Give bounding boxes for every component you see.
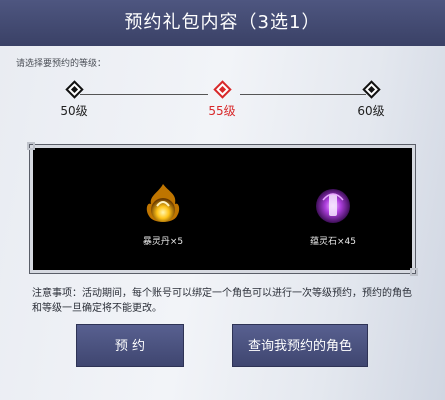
- reward-item[interactable]: 蕴灵石×45: [283, 180, 383, 247]
- query-my-role-button[interactable]: 查询我预约的角色: [232, 324, 368, 367]
- level-label: 60级: [357, 104, 385, 118]
- level-selector: 50级 55级 60级: [0, 80, 445, 130]
- level-option-50[interactable]: 50级: [44, 80, 104, 119]
- reward-item[interactable]: 暴灵丹×5: [113, 180, 213, 247]
- diamond-icon: [64, 80, 84, 99]
- purple-spirit-stone-icon: [309, 180, 357, 228]
- diamond-icon: [361, 80, 381, 99]
- panel-title: 预约礼包内容（3选1）: [0, 0, 445, 46]
- notice-text: 注意事项：活动期间，每个账号可以绑定一个角色可以进行一次等级预约，预约的角色和等…: [32, 288, 412, 314]
- level-label: 50级: [60, 104, 88, 118]
- reward-name: 蕴灵石×45: [310, 237, 356, 247]
- reserve-button[interactable]: 预 约: [76, 324, 184, 367]
- level-option-55[interactable]: 55级: [192, 80, 252, 119]
- golden-flame-orb-icon: [139, 180, 187, 228]
- reservation-panel: 预约礼包内容（3选1） 请选择要预约的等级： 50级 55级 60级 暴灵丹×5…: [0, 0, 445, 400]
- level-instruction: 请选择要预约的等级：: [16, 59, 107, 69]
- level-option-60[interactable]: 60级: [341, 80, 401, 119]
- reward-box: 暴灵丹×5 蕴灵石×45: [27, 142, 418, 276]
- diamond-selected-icon: [212, 80, 232, 99]
- reward-name: 暴灵丹×5: [142, 237, 184, 247]
- level-label: 55级: [208, 104, 236, 118]
